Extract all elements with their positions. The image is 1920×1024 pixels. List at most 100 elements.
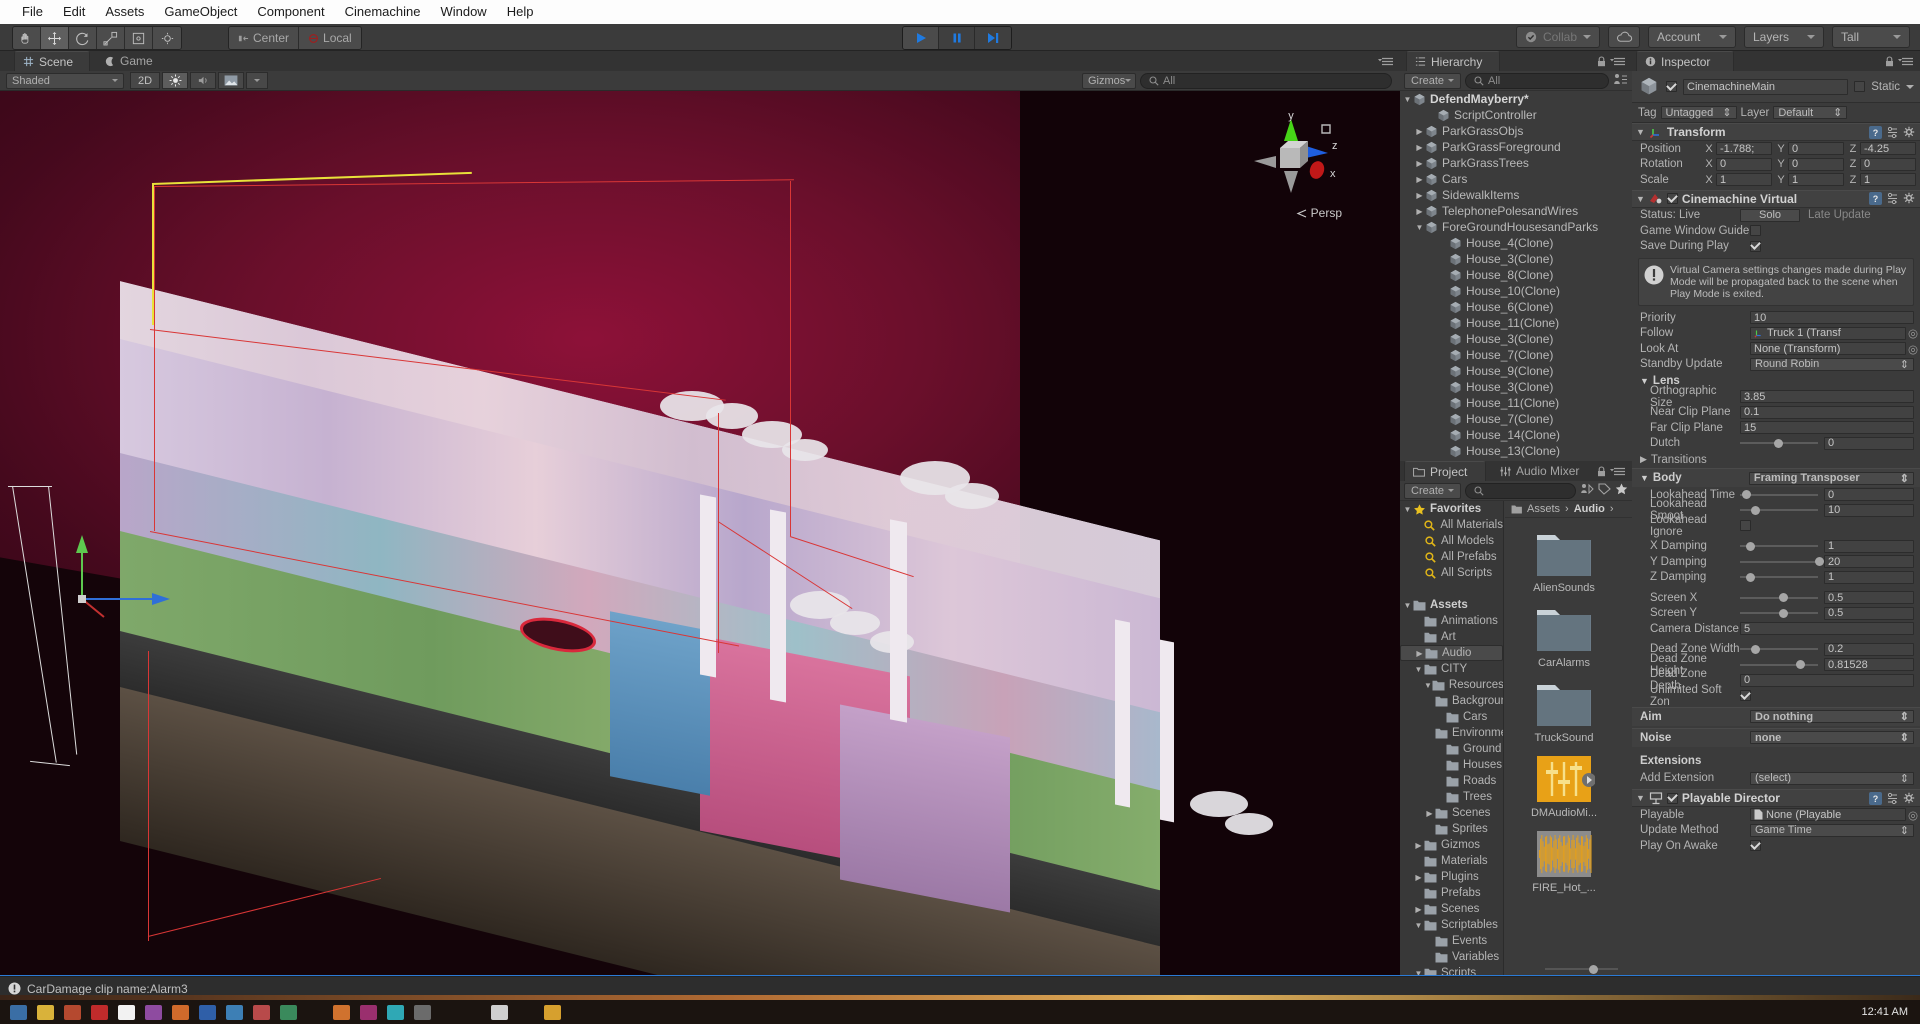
body-fields[interactable]: Lookahead Time 0 Lookahead Smoot 10 Lookahea…	[1632, 487, 1920, 708]
foldout-arrow-icon[interactable]: ▼	[1413, 921, 1424, 930]
hierarchy-item[interactable]: House_8(Clone)	[1400, 267, 1632, 283]
transform-position-y-field[interactable]: 0	[1788, 142, 1844, 156]
component-header-vcam[interactable]: ▼ Cinemachine Virtual ?	[1632, 189, 1920, 208]
project-tree-item[interactable]: ▼ Favorites	[1400, 501, 1503, 517]
rotate-tool-button[interactable]	[69, 27, 97, 49]
pause-button[interactable]	[939, 27, 975, 49]
project-tree-item[interactable]: Backgrounds	[1400, 693, 1503, 709]
ortho-size-field[interactable]: 3.85	[1740, 390, 1914, 404]
asset-zoom-slider[interactable]	[1545, 964, 1618, 974]
foldout-arrow-icon[interactable]: ▼	[1636, 793, 1645, 803]
foldout-arrow-right-icon[interactable]: ▶	[1413, 841, 1424, 850]
cloud-button[interactable]	[1608, 26, 1640, 48]
asset-item[interactable]: CarAlarms	[1505, 604, 1623, 669]
component-header-transform[interactable]: ▼ Transform ?	[1632, 123, 1920, 141]
project-tree-item[interactable]: ▶ Scenes	[1400, 901, 1503, 917]
project-lock-icon[interactable]	[1597, 465, 1606, 480]
menu-item-edit[interactable]: Edit	[53, 0, 95, 24]
hierarchy-item[interactable]: House_11(Clone)	[1400, 315, 1632, 331]
foldout-arrow-right-icon[interactable]: ▶	[1413, 905, 1424, 914]
projection-mode-toggle[interactable]: Persp	[1296, 206, 1342, 220]
director-enabled-checkbox[interactable]	[1666, 792, 1678, 804]
project-tree-item[interactable]: Ground	[1400, 741, 1503, 757]
hierarchy-item[interactable]: ▼ ForeGroundHousesandParks	[1400, 219, 1632, 235]
asset-item[interactable]: FIRE_Hot_...	[1505, 829, 1623, 894]
project-tree-item[interactable]: Roads	[1400, 773, 1503, 789]
tab-scene[interactable]: Scene	[14, 51, 90, 71]
menu-item-gameobject[interactable]: GameObject	[154, 0, 247, 24]
project-favorite-icon[interactable]	[1615, 483, 1628, 498]
hierarchy-item[interactable]: House_9(Clone)	[1400, 363, 1632, 379]
taskbar-icon-1[interactable]	[10, 1004, 27, 1020]
foldout-arrow-right-icon[interactable]: ▶	[1414, 207, 1425, 216]
chevron-down-icon[interactable]	[1906, 84, 1914, 89]
far-clip-field[interactable]: 15	[1740, 421, 1914, 435]
gear-icon[interactable]	[1903, 192, 1916, 205]
taskbar-icon-12[interactable]	[333, 1004, 350, 1020]
hierarchy-item[interactable]: House_7(Clone)	[1400, 411, 1632, 427]
preset-icon[interactable]	[1886, 126, 1899, 139]
layers-dropdown[interactable]: Layers	[1744, 26, 1824, 48]
project-tree-item[interactable]: ▼ Scriptables	[1400, 917, 1503, 933]
transform-scale-y-field[interactable]: 1	[1788, 173, 1844, 187]
body-row-field[interactable]: 10	[1824, 503, 1914, 517]
inspector-panel-menu-icon[interactable]	[1898, 55, 1914, 70]
inspector-lock-icon[interactable]	[1885, 55, 1894, 70]
hierarchy-item[interactable]: ▶ Cars	[1400, 171, 1632, 187]
body-row-slider[interactable]	[1740, 643, 1818, 656]
breadcrumb-audio[interactable]: Audio	[1574, 503, 1605, 515]
taskbar-icon-10[interactable]	[253, 1004, 270, 1020]
help-icon[interactable]: ?	[1869, 125, 1882, 139]
foldout-arrow-icon[interactable]: ▼	[1413, 665, 1424, 674]
taskbar-icon-13[interactable]	[360, 1004, 377, 1020]
game-window-guides-checkbox[interactable]	[1750, 225, 1761, 237]
breadcrumb-assets[interactable]: Assets	[1527, 503, 1560, 515]
foldout-arrow-right-icon[interactable]: ▶	[1414, 191, 1425, 200]
scene-viewport[interactable]: y z x Persp	[0, 91, 1400, 976]
project-tree-item[interactable]: ▼ Assets	[1400, 597, 1503, 613]
foldout-arrow-right-icon[interactable]: ▶	[1414, 649, 1425, 658]
solo-button[interactable]: Solo	[1740, 208, 1800, 222]
hierarchy-item[interactable]: House_3(Clone)	[1400, 251, 1632, 267]
body-row-field[interactable]: 0	[1824, 488, 1914, 502]
project-tree-item[interactable]: All Models	[1400, 533, 1503, 549]
project-tree-item[interactable]: All Materials	[1400, 517, 1503, 533]
project-tree-item[interactable]: Variables	[1400, 949, 1503, 965]
foldout-arrow-right-icon[interactable]: ▶	[1414, 159, 1425, 168]
aim-row[interactable]: Aim Do nothing ⇕	[1632, 706, 1920, 726]
menu-item-window[interactable]: Window	[430, 0, 496, 24]
hierarchy-sort-icon[interactable]	[1613, 73, 1628, 89]
tab-inspector[interactable]: Inspector	[1636, 51, 1734, 71]
body-row-slider[interactable]	[1740, 504, 1818, 517]
project-tree-item[interactable]: ▶ Scenes	[1400, 805, 1503, 821]
project-folder-tree[interactable]: ▼ Favorites All Materials All Models All Pre…	[1400, 501, 1504, 976]
taskbar-icon-3[interactable]	[64, 1004, 81, 1020]
playable-field[interactable]: None (Playable	[1750, 808, 1906, 822]
scene-panel-menu-icon[interactable]	[1378, 55, 1394, 70]
project-tree-item[interactable]: Art	[1400, 629, 1503, 645]
taskbar-icon-4[interactable]	[91, 1004, 108, 1020]
hierarchy-item[interactable]: House_14(Clone)	[1400, 427, 1632, 443]
play-button[interactable]	[903, 27, 939, 49]
menu-item-assets[interactable]: Assets	[95, 0, 154, 24]
taskbar[interactable]: 12:41 AM	[0, 1000, 1920, 1024]
taskbar-icon-8[interactable]	[199, 1004, 216, 1020]
foldout-arrow-right-icon[interactable]: ▶	[1414, 175, 1425, 184]
menu-item-component[interactable]: Component	[247, 0, 334, 24]
tab-project[interactable]: Project	[1404, 461, 1486, 481]
preset-icon[interactable]	[1886, 192, 1899, 205]
menu-item-file[interactable]: File	[12, 0, 53, 24]
2d-toggle-button[interactable]: 2D	[130, 72, 160, 89]
project-tree-item[interactable]: Environment	[1400, 725, 1503, 741]
transform-rotation-x-field[interactable]: 0	[1716, 157, 1772, 171]
transform-tool-button[interactable]	[153, 27, 181, 49]
body-row-field[interactable]: 20	[1824, 555, 1914, 569]
foldout-arrow-icon[interactable]: ▼	[1636, 127, 1645, 137]
asset-item[interactable]: DMAudioMi...	[1505, 754, 1623, 819]
project-tree-item[interactable]: Houses	[1400, 757, 1503, 773]
project-tree-item[interactable]: Trees	[1400, 789, 1503, 805]
standby-dropdown[interactable]: Round Robin ⇕	[1750, 357, 1914, 371]
update-method-dropdown[interactable]: Game Time ⇕	[1750, 823, 1914, 837]
component-header-director[interactable]: ▼ Playable Director ?	[1632, 789, 1920, 807]
hierarchy-item[interactable]: ▶ SidewalkItems	[1400, 187, 1632, 203]
